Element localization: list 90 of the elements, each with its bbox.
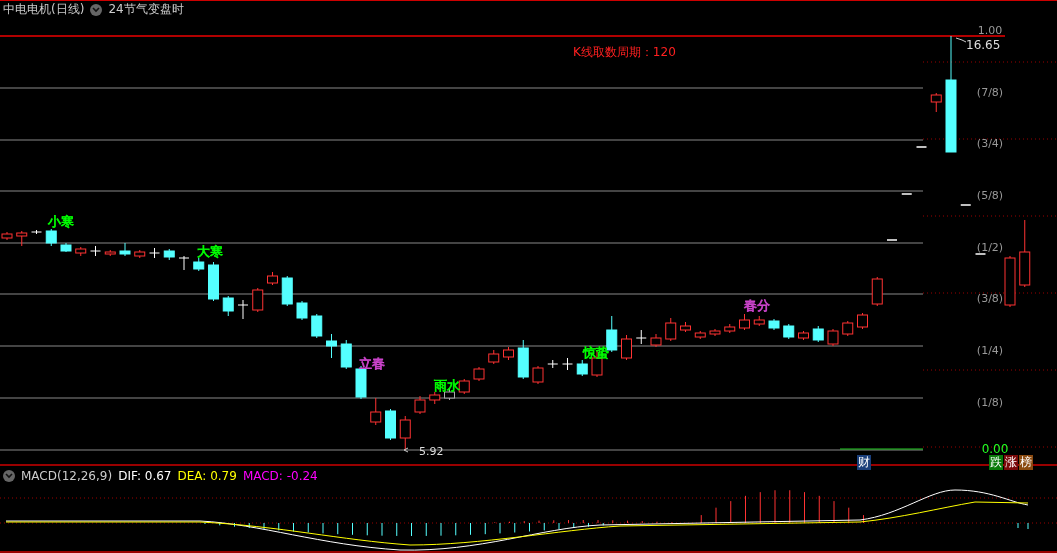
candlestick bbox=[311, 313, 323, 339]
indicator-value: DEA: 0.79 bbox=[177, 469, 237, 483]
candlestick bbox=[458, 378, 470, 395]
solar-term-label: 立春 bbox=[359, 356, 385, 371]
candlestick bbox=[149, 247, 160, 259]
candlestick bbox=[709, 328, 721, 337]
candlestick bbox=[547, 359, 559, 369]
candlestick bbox=[75, 246, 87, 257]
candlestick bbox=[90, 245, 101, 257]
candlestick bbox=[237, 299, 249, 320]
axis-label: (1/4) bbox=[976, 344, 1004, 357]
indicator-value: DIF: 0.67 bbox=[118, 469, 172, 483]
candlestick bbox=[385, 408, 396, 441]
candlestick bbox=[768, 318, 780, 331]
candlestick bbox=[296, 300, 308, 321]
candlestick bbox=[16, 230, 28, 247]
candlestick bbox=[414, 395, 426, 415]
badge[interactable]: 跌 bbox=[989, 455, 1003, 470]
candlestick bbox=[857, 312, 868, 330]
candlestick bbox=[208, 261, 219, 302]
badge[interactable]: 涨 bbox=[1004, 455, 1018, 470]
candlestick bbox=[178, 255, 190, 271]
chevron-down-icon[interactable] bbox=[3, 470, 15, 482]
candlestick bbox=[650, 333, 662, 348]
candlestick bbox=[562, 357, 573, 371]
indicator-name: MACD(12,26,9) bbox=[21, 469, 113, 483]
candlestick bbox=[532, 365, 544, 385]
leader-line bbox=[403, 447, 409, 453]
candlestick bbox=[473, 366, 485, 382]
candlestick bbox=[222, 295, 234, 317]
candlestick bbox=[621, 334, 632, 361]
solar-term-label: 大寒 bbox=[197, 244, 223, 259]
axis-label: (5/8) bbox=[976, 189, 1004, 202]
candlestick bbox=[370, 397, 382, 426]
candlestick bbox=[104, 249, 116, 257]
candlestick bbox=[517, 339, 529, 380]
candlestick bbox=[1004, 255, 1016, 308]
badge[interactable]: 榜 bbox=[1019, 455, 1033, 470]
candlestick bbox=[724, 323, 736, 334]
low-price-label: 5.92 bbox=[419, 445, 444, 458]
high-price-label: 16.65 bbox=[966, 38, 1001, 52]
candlestick bbox=[842, 320, 854, 337]
axis-label: (3/4) bbox=[976, 137, 1004, 150]
solar-term-label: 雨水 bbox=[434, 378, 460, 393]
candlestick bbox=[694, 330, 706, 340]
candlestick bbox=[134, 249, 146, 259]
candlestick bbox=[45, 228, 57, 247]
candlestick bbox=[798, 330, 809, 341]
badge[interactable]: 财 bbox=[857, 455, 871, 470]
candlestick bbox=[119, 242, 131, 257]
candlestick bbox=[739, 313, 750, 331]
indicator-name[interactable]: 24节气变盘时 bbox=[108, 1, 184, 18]
candlestick bbox=[1019, 219, 1031, 288]
axis-label: (1/2) bbox=[976, 241, 1004, 254]
candlestick bbox=[326, 333, 337, 359]
candlestick bbox=[399, 415, 411, 451]
leader-line bbox=[955, 37, 967, 43]
candlestick bbox=[193, 257, 205, 272]
candlestick bbox=[635, 329, 647, 345]
candlestick bbox=[252, 287, 264, 313]
candlestick bbox=[60, 242, 72, 253]
solar-term-label: 惊蛰 bbox=[583, 345, 609, 360]
candlestick bbox=[812, 325, 824, 343]
stock-title: 中电电机(日线) bbox=[3, 1, 85, 18]
candlestick bbox=[340, 339, 352, 370]
candlestick bbox=[783, 323, 795, 340]
solar-term-label: 春分 bbox=[744, 298, 770, 313]
period-label: K线取数周期：120 bbox=[573, 45, 676, 59]
axis-label: (3/8) bbox=[976, 292, 1004, 305]
candlestick bbox=[871, 276, 883, 307]
candlestick bbox=[930, 92, 942, 113]
solar-term-label: 小寒 bbox=[48, 214, 74, 229]
candlestick bbox=[665, 317, 677, 342]
candlestick bbox=[503, 346, 514, 361]
candlestick bbox=[576, 359, 588, 377]
candlestick bbox=[488, 349, 500, 365]
indicator-value: MACD: -0.24 bbox=[242, 469, 318, 483]
chevron-down-icon[interactable] bbox=[90, 3, 103, 16]
axis-label: 0.00 bbox=[981, 442, 1009, 456]
candlestick bbox=[31, 229, 42, 235]
candlestick bbox=[267, 271, 278, 286]
candlestick bbox=[429, 391, 441, 405]
axis-label: 1.00 bbox=[977, 24, 1003, 37]
axis-label: (1/8) bbox=[976, 396, 1004, 409]
candlestick bbox=[680, 321, 691, 333]
candlestick bbox=[163, 248, 175, 261]
axis-label: (7/8) bbox=[976, 86, 1004, 99]
candlestick bbox=[281, 275, 293, 307]
candlestick bbox=[753, 315, 765, 327]
candlestick bbox=[827, 328, 839, 347]
